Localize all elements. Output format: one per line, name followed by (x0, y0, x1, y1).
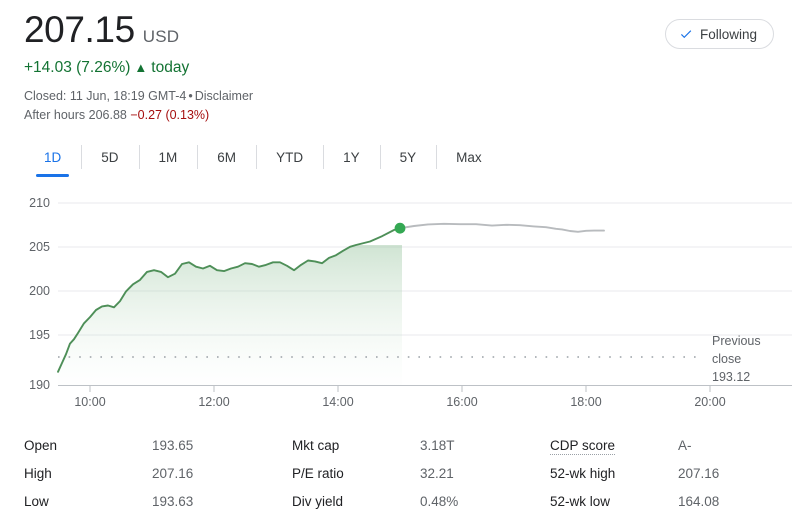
tab-5y-label: 5Y (399, 149, 417, 165)
price-change: +14.03 (7.26%) (24, 59, 131, 76)
stat-label-mkt-cap: Mkt cap (292, 438, 340, 453)
stat-label-cdp-score: CDP score (550, 432, 678, 460)
tab-1y-label: 1Y (343, 149, 360, 165)
tab-5d-label: 5D (101, 149, 119, 165)
stat-value-52wk-low: 164.08 (678, 494, 720, 509)
chart-line-after-hours (399, 222, 605, 233)
chart-area-fill (58, 245, 402, 386)
y-tick-205: 205 (29, 240, 50, 254)
stat-label-52wk-high: 52-wk high (550, 466, 616, 481)
previous-close-annotation: Previous close 193.12 (712, 334, 761, 384)
x-tick-1600: 16:00 (446, 395, 477, 409)
tab-5d[interactable]: 5D (81, 140, 138, 174)
tab-5y[interactable]: 5Y (379, 140, 437, 174)
stat-value-high: 207.16 (152, 466, 194, 481)
y-tick-200: 200 (29, 284, 50, 298)
price-row: 207.15 USD (24, 8, 253, 52)
after-hours-price: After hours 206.88 (24, 108, 127, 122)
stat-value-mkt-cap: 3.18T (420, 438, 455, 453)
cdp-score-link[interactable]: CDP score (550, 438, 616, 455)
tab-max-label: Max (456, 149, 482, 165)
stat-value-low: 193.63 (152, 494, 194, 509)
tab-ytd[interactable]: YTD (256, 140, 323, 174)
stat-value-52wk-high: 207.16 (678, 466, 720, 481)
tab-6m-label: 6M (217, 149, 237, 165)
stat-value-cdp-score: A- (678, 438, 692, 453)
quote-header: 207.15 USD +14.03 (7.26%) ▲ today Closed… (24, 8, 253, 124)
stat-value-open: 193.65 (152, 438, 194, 453)
tab-1d[interactable]: 1D (24, 140, 81, 177)
stat-value-div-yield: 0.48% (420, 494, 459, 509)
closed-timestamp: Closed: 11 Jun, 18:19 GMT-4 (24, 89, 187, 103)
tab-ytd-label: YTD (276, 149, 304, 165)
change-period-label: today (151, 59, 190, 76)
stat-label-pe-ratio: P/E ratio (292, 466, 344, 481)
tab-1y[interactable]: 1Y (323, 140, 380, 174)
stats-table: Open 193.65 Mkt cap 3.18T CDP score A- H… (24, 432, 776, 516)
tab-active-underline (36, 174, 70, 177)
market-status-row: Closed: 11 Jun, 18:19 GMT-4 • Disclaimer (24, 87, 253, 105)
tab-1m[interactable]: 1M (138, 140, 198, 174)
x-tick-2000: 20:00 (694, 395, 725, 409)
previous-close-value: 193.12 (712, 370, 750, 384)
stock-quote-panel: 207.15 USD +14.03 (7.26%) ▲ today Closed… (0, 0, 800, 524)
stat-label-high: High (24, 466, 52, 481)
tab-1d-label: 1D (44, 149, 62, 165)
stat-label-div-yield: Div yield (292, 494, 344, 509)
x-tick-1000: 10:00 (74, 395, 105, 409)
price-chart-svg[interactable]: 210 205 200 195 190 10:00 12:00 14:00 16… (0, 186, 800, 418)
disclaimer-link[interactable]: Disclaimer (195, 89, 253, 103)
price-chart[interactable]: 210 205 200 195 190 10:00 12:00 14:00 16… (0, 186, 800, 418)
stats-grid: Open 193.65 Mkt cap 3.18T CDP score A- H… (24, 432, 776, 516)
y-tick-195: 195 (29, 328, 50, 342)
previous-close-line1: Previous (712, 334, 761, 348)
chart-y-axis-labels: 210 205 200 195 190 (29, 196, 50, 392)
after-hours-change: −0.27 (0.13%) (130, 108, 210, 122)
following-button[interactable]: Following (664, 19, 774, 49)
y-tick-210: 210 (29, 196, 50, 210)
range-tabs: 1D 5D 1M 6M YTD 1Y 5Y Max (24, 140, 502, 177)
stat-label-52wk-low: 52-wk low (550, 494, 611, 509)
previous-close-line2: close (712, 352, 741, 366)
stat-value-pe-ratio: 32.21 (420, 466, 454, 481)
check-icon (680, 30, 692, 39)
after-hours-row: After hours 206.88 −0.27 (0.13%) (24, 106, 253, 124)
meta-separator: • (188, 89, 193, 103)
x-tick-1400: 14:00 (322, 395, 353, 409)
stat-label-open: Open (24, 438, 58, 453)
stat-label-low: Low (24, 494, 49, 509)
currency-label: USD (142, 27, 180, 46)
arrow-up-icon: ▲ (134, 59, 148, 75)
current-price: 207.15 (24, 9, 135, 50)
tab-max[interactable]: Max (436, 140, 502, 174)
price-change-row: +14.03 (7.26%) ▲ today (24, 59, 253, 77)
tab-6m[interactable]: 6M (197, 140, 256, 174)
x-tick-1200: 12:00 (198, 395, 229, 409)
y-tick-190: 190 (29, 378, 50, 392)
x-tick-1800: 18:00 (570, 395, 601, 409)
current-price-dot (394, 222, 406, 234)
following-button-label: Following (699, 26, 757, 42)
chart-x-axis-labels: 10:00 12:00 14:00 16:00 18:00 20:00 (74, 395, 725, 409)
tab-1m-label: 1M (158, 149, 178, 165)
chart-x-axis-ticks (89, 385, 711, 392)
